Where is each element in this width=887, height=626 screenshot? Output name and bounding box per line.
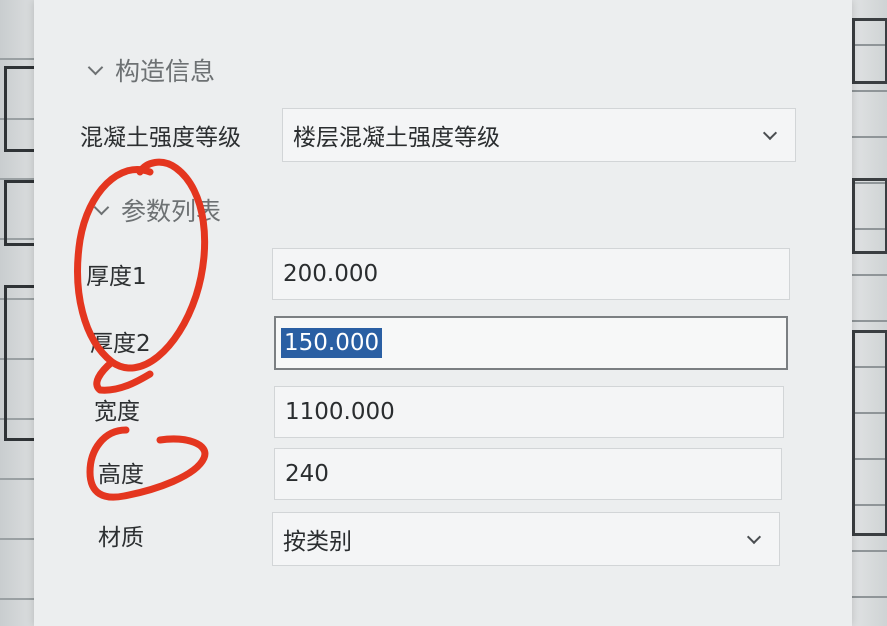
chevron-down-icon bbox=[746, 529, 762, 545]
wall-outline bbox=[851, 330, 887, 536]
background-drawing-right bbox=[847, 0, 887, 626]
thickness1-input[interactable]: 200.000 bbox=[272, 248, 790, 300]
properties-panel: 构造信息 混凝土强度等级 楼层混凝土强度等级 参数列表 厚度1 200.000 … bbox=[34, 0, 852, 626]
thickness2-value: 150.000 bbox=[281, 328, 383, 358]
material-value: 按类别 bbox=[283, 529, 352, 555]
wall-outline bbox=[851, 178, 887, 254]
wall-outline bbox=[851, 18, 887, 84]
param-label-thickness2: 厚度2 bbox=[90, 331, 151, 357]
thickness1-value: 200.000 bbox=[283, 261, 379, 287]
chevron-down-icon bbox=[93, 199, 110, 215]
chevron-down-icon bbox=[87, 59, 104, 75]
section-title: 构造信息 bbox=[115, 57, 216, 86]
width-value: 1100.000 bbox=[285, 399, 395, 425]
thickness2-input[interactable]: 150.000 bbox=[274, 316, 788, 370]
section-title: 参数列表 bbox=[121, 197, 222, 226]
param-label-width: 宽度 bbox=[94, 399, 140, 425]
height-input[interactable]: 240 bbox=[274, 448, 782, 500]
width-input[interactable]: 1100.000 bbox=[274, 386, 784, 438]
concrete-grade-select[interactable]: 楼层混凝土强度等级 bbox=[282, 108, 796, 162]
chevron-down-icon bbox=[762, 125, 778, 141]
params-section-header[interactable]: 参数列表 bbox=[93, 192, 222, 228]
param-label-material: 材质 bbox=[98, 525, 144, 551]
construction-section-header[interactable]: 构造信息 bbox=[87, 52, 216, 88]
param-label-height: 高度 bbox=[98, 462, 144, 488]
param-label-thickness1: 厚度1 bbox=[86, 264, 147, 290]
material-select[interactable]: 按类别 bbox=[272, 512, 780, 566]
height-value: 240 bbox=[285, 461, 329, 487]
concrete-grade-label: 混凝土强度等级 bbox=[80, 125, 241, 151]
concrete-grade-value: 楼层混凝土强度等级 bbox=[293, 125, 500, 151]
